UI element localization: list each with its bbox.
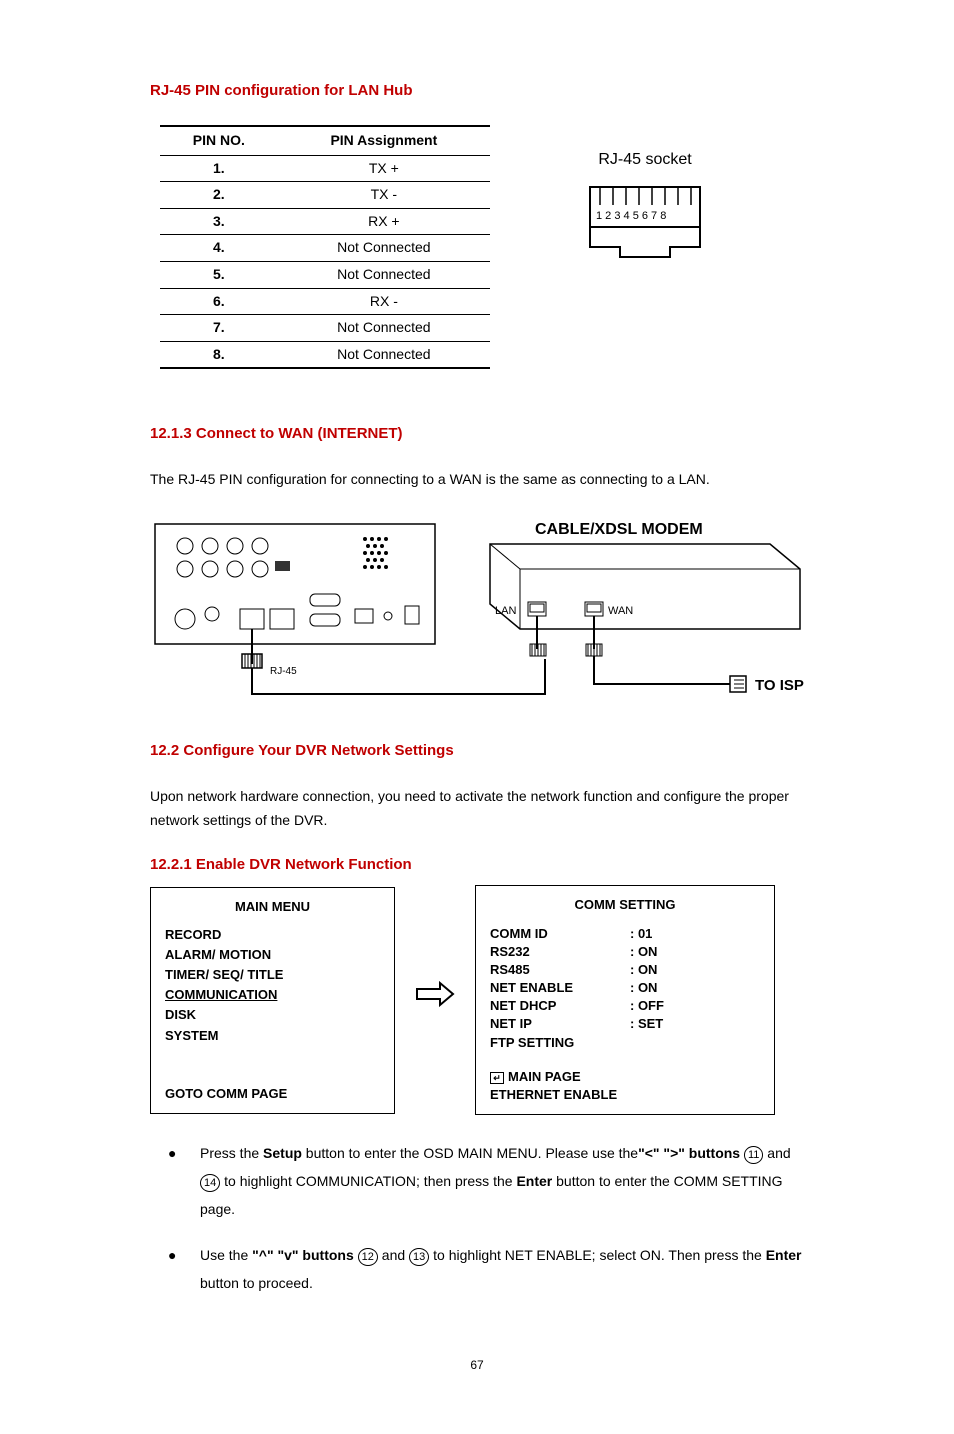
th-pin-no: PIN NO. bbox=[160, 126, 278, 155]
comm-row-label: NET ENABLE bbox=[490, 979, 630, 997]
comm-row: RS485: ON bbox=[490, 961, 760, 979]
pin-no-cell: 4. bbox=[160, 235, 278, 262]
menu-item: DISK bbox=[165, 1006, 380, 1024]
menu-item: ALARM/ MOTION bbox=[165, 946, 380, 964]
menu-item: RECORD bbox=[165, 926, 380, 944]
table-row: 6.RX - bbox=[160, 288, 490, 315]
pin-no-cell: 6. bbox=[160, 288, 278, 315]
main-menu-box: MAIN MENU RECORD ALARM/ MOTION TIMER/ SEQ/… bbox=[150, 887, 395, 1115]
circled-14: 14 bbox=[200, 1174, 220, 1192]
socket-label: RJ-45 socket bbox=[580, 149, 710, 171]
comm-row: NET ENABLE: ON bbox=[490, 979, 760, 997]
comm-row: NET IP: SET bbox=[490, 1015, 760, 1033]
bullet-list: Press the Setup button to enter the OSD … bbox=[184, 1139, 804, 1297]
th-pin-assignment: PIN Assignment bbox=[278, 126, 490, 155]
table-row: 7.Not Connected bbox=[160, 315, 490, 342]
table-row: 8.Not Connected bbox=[160, 341, 490, 368]
modem-title: CABLE/XDSL MODEM bbox=[535, 521, 703, 538]
lan-label: LAN bbox=[495, 605, 516, 617]
socket-diagram: RJ-45 socket 1 2 3 4 5 6 7 8 bbox=[580, 125, 710, 393]
menu-item: TIMER/ SEQ/ TITLE bbox=[165, 966, 380, 984]
comm-setting-title: COMM SETTING bbox=[490, 896, 760, 914]
circled-13: 13 bbox=[409, 1248, 429, 1266]
pin-no-cell: 8. bbox=[160, 341, 278, 368]
comm-setting-box: COMM SETTING COMM ID: 01RS232: ONRS485: … bbox=[475, 885, 775, 1115]
pin-assignment-cell: TX - bbox=[278, 182, 490, 209]
table-row: 1.TX + bbox=[160, 155, 490, 182]
heading-rj45: RJ-45 PIN configuration for LAN Hub bbox=[150, 80, 804, 101]
page-number: 67 bbox=[150, 1357, 804, 1374]
pin-no-cell: 2. bbox=[160, 182, 278, 209]
pin-assignment-cell: Not Connected bbox=[278, 261, 490, 288]
heading-configure: 12.2 Configure Your DVR Network Settings bbox=[150, 740, 804, 761]
main-menu-bottom: GOTO COMM PAGE bbox=[165, 1085, 380, 1103]
table-row: 4.Not Connected bbox=[160, 235, 490, 262]
pin-assignment-cell: RX + bbox=[278, 208, 490, 235]
heading-enable: 12.2.1 Enable DVR Network Function bbox=[150, 854, 804, 875]
pin-table: PIN NO. PIN Assignment 1.TX +2.TX -3.RX … bbox=[160, 125, 490, 369]
pin-assignment-cell: TX + bbox=[278, 155, 490, 182]
menu-boxes: MAIN MENU RECORD ALARM/ MOTION TIMER/ SEQ/… bbox=[150, 885, 804, 1115]
table-row: 5.Not Connected bbox=[160, 261, 490, 288]
pin-assignment-cell: Not Connected bbox=[278, 341, 490, 368]
pin-no-cell: 3. bbox=[160, 208, 278, 235]
menu-item: SYSTEM bbox=[165, 1027, 380, 1045]
pin-no-cell: 7. bbox=[160, 315, 278, 342]
bullet-2: Use the "^" "v" buttons 12 and 13 to hig… bbox=[184, 1241, 804, 1297]
comm-row-label: FTP SETTING bbox=[490, 1034, 630, 1052]
top-row: PIN NO. PIN Assignment 1.TX +2.TX -3.RX … bbox=[150, 125, 804, 393]
heading-wan: 12.1.3 Connect to WAN (INTERNET) bbox=[150, 423, 804, 444]
comm-row-label: NET DHCP bbox=[490, 997, 630, 1015]
main-menu-title: MAIN MENU bbox=[165, 898, 380, 916]
connection-diagram: RJ-45 CABLE/XDSL MODEM LAN WAN TO ISP bbox=[150, 514, 804, 710]
arrow-icon bbox=[415, 979, 455, 1021]
comm-row-value: : 01 bbox=[630, 925, 652, 943]
comm-row-value: : ON bbox=[630, 961, 657, 979]
comm-row-value: : ON bbox=[630, 979, 657, 997]
comm-row-value: : ON bbox=[630, 943, 657, 961]
configure-paragraph: Upon network hardware connection, you ne… bbox=[150, 785, 804, 833]
ethernet-row: ETHERNET ENABLE bbox=[490, 1086, 760, 1104]
pin-assignment-cell: Not Connected bbox=[278, 315, 490, 342]
return-icon: ↵ bbox=[490, 1072, 504, 1084]
rj45-label: RJ-45 bbox=[270, 666, 297, 677]
comm-row-label: COMM ID bbox=[490, 925, 630, 943]
comm-row: RS232: ON bbox=[490, 943, 760, 961]
comm-row-value: : SET bbox=[630, 1015, 663, 1033]
comm-row-label: NET IP bbox=[490, 1015, 630, 1033]
wan-label: WAN bbox=[608, 605, 633, 617]
comm-row: NET DHCP: OFF bbox=[490, 997, 760, 1015]
comm-row-value: : OFF bbox=[630, 997, 664, 1015]
pin-no-cell: 1. bbox=[160, 155, 278, 182]
menu-item: COMMUNICATION bbox=[165, 986, 380, 1004]
circled-11: 11 bbox=[744, 1146, 763, 1164]
table-row: 3.RX + bbox=[160, 208, 490, 235]
pin-assignment-cell: RX - bbox=[278, 288, 490, 315]
main-page-row: ↵MAIN PAGE bbox=[490, 1068, 760, 1086]
comm-row-label: RS485 bbox=[490, 961, 630, 979]
socket-pin-numbers: 1 2 3 4 5 6 7 8 bbox=[596, 210, 666, 222]
pin-no-cell: 5. bbox=[160, 261, 278, 288]
comm-row: FTP SETTING bbox=[490, 1034, 760, 1052]
to-isp-label: TO ISP bbox=[755, 677, 804, 694]
comm-row-label: RS232 bbox=[490, 943, 630, 961]
wan-paragraph: The RJ-45 PIN configuration for connecti… bbox=[150, 468, 804, 492]
bullet-1: Press the Setup button to enter the OSD … bbox=[184, 1139, 804, 1223]
rj45-socket-icon: 1 2 3 4 5 6 7 8 bbox=[580, 177, 710, 267]
comm-row: COMM ID: 01 bbox=[490, 925, 760, 943]
circled-12: 12 bbox=[358, 1248, 378, 1266]
table-row: 2.TX - bbox=[160, 182, 490, 209]
pin-assignment-cell: Not Connected bbox=[278, 235, 490, 262]
